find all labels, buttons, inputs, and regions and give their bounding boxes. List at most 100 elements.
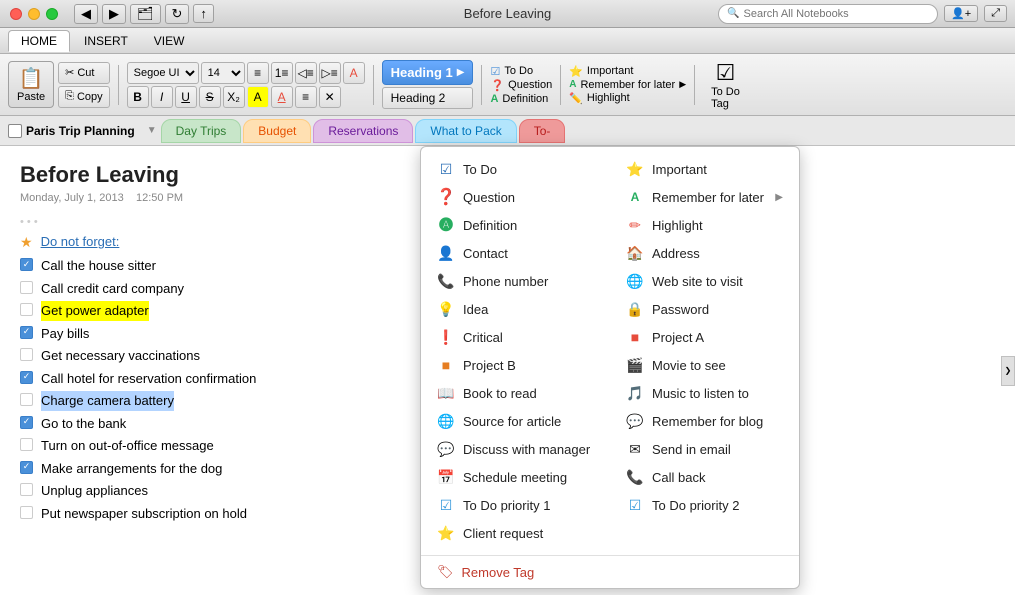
highlight-btn[interactable]: A [247, 86, 269, 108]
separator-5 [694, 65, 695, 105]
share-button[interactable]: ↑ [193, 4, 214, 23]
file-icon[interactable]: 🗂 [130, 4, 161, 24]
paste-button[interactable]: 📋 Paste [8, 61, 54, 108]
checkbox-unchecked[interactable] [20, 393, 33, 406]
heading1-button[interactable]: Heading 1 ▶ [382, 60, 474, 85]
note-item-text: Get power adapter [41, 301, 149, 321]
sync-button[interactable]: ↻ [165, 4, 190, 24]
tag-item-rememberblog[interactable]: 💬 Remember for blog [610, 407, 799, 435]
minimize-button[interactable] [28, 8, 40, 20]
tag-item-source[interactable]: 🌐 Source for article [421, 407, 610, 435]
tab-to-leaving[interactable]: To- [519, 119, 566, 143]
tag-item-projectb[interactable]: ■ Project B [421, 351, 610, 379]
maximize-button[interactable] [46, 8, 58, 20]
tag-item-important[interactable]: ⭐ Important [610, 155, 799, 183]
tab-home[interactable]: HOME [8, 30, 70, 52]
font-size-select[interactable]: 14 [201, 62, 245, 84]
tag-item-idea[interactable]: 💡 Idea [421, 295, 610, 323]
checkbox-unchecked[interactable] [20, 281, 33, 294]
italic-button[interactable]: I [151, 86, 173, 108]
checkbox-unchecked[interactable] [20, 303, 33, 316]
nav-back-button[interactable]: ◀ [74, 4, 98, 24]
rememberblog-label: Remember for blog [652, 414, 763, 429]
checkbox-checked[interactable]: ✓ [20, 461, 33, 474]
checkbox-checked[interactable]: ✓ [20, 416, 33, 429]
todop1-label: To Do priority 1 [463, 498, 550, 513]
underline-button[interactable]: U [175, 86, 197, 108]
title-bar: ◀ ▶ 🗂 ↻ ↑ Before Leaving 🔍 👤+ ⤢ [0, 0, 1015, 28]
fullscreen-button[interactable]: ⤢ [984, 5, 1007, 22]
sidebar-toggle[interactable]: ❯ [1001, 356, 1015, 386]
tag-item-sendemail[interactable]: ✉ Send in email [610, 435, 799, 463]
checkbox-checked[interactable]: ✓ [20, 258, 33, 271]
todo-tag-button[interactable]: ☑ To DoTag [703, 56, 748, 114]
checkbox-unchecked[interactable] [20, 506, 33, 519]
nav-forward-button[interactable]: ▶ [102, 4, 126, 24]
tag-item-book[interactable]: 📖 Book to read [421, 379, 610, 407]
tag-item-remember[interactable]: A Remember for later ▶ [610, 183, 799, 211]
copy-button[interactable]: ⎘ Copy [58, 86, 110, 108]
checkbox-unchecked[interactable] [20, 438, 33, 451]
tag-item-todop1[interactable]: ☑ To Do priority 1 [421, 491, 610, 519]
clear-format-button[interactable]: ✕ [319, 86, 341, 108]
tag-item-definition[interactable]: 🅐 Definition [421, 211, 610, 239]
tag-item-music[interactable]: 🎵 Music to listen to [610, 379, 799, 407]
tag-item-client[interactable]: ⭐ Client request [421, 519, 610, 547]
tab-view[interactable]: VIEW [142, 31, 197, 51]
tag-item-question[interactable]: ❓ Question [421, 183, 610, 211]
tag-item-todop2[interactable]: ☑ To Do priority 2 [610, 491, 799, 519]
tag-item-contact[interactable]: 👤 Contact [421, 239, 610, 267]
notebook-name[interactable]: Paris Trip Planning [26, 124, 135, 138]
tag-item-website[interactable]: 🌐 Web site to visit [610, 267, 799, 295]
tag-item-password[interactable]: 🔒 Password [610, 295, 799, 323]
tag-item-todo[interactable]: ☑ To Do [421, 155, 610, 183]
checkbox-unchecked[interactable] [20, 348, 33, 361]
tag-item-address[interactable]: 🏠 Address [610, 239, 799, 267]
close-button[interactable] [10, 8, 22, 20]
tab-budget[interactable]: Budget [243, 119, 311, 143]
notebook-dropdown-icon[interactable]: ▼ [147, 125, 157, 136]
tag-item-movie[interactable]: 🎬 Movie to see [610, 351, 799, 379]
book-icon: 📖 [437, 384, 455, 402]
callback-icon: 📞 [626, 468, 644, 486]
font-family-select[interactable]: Segoe UI [127, 62, 199, 84]
font-color-button[interactable]: A [271, 86, 293, 108]
tab-insert[interactable]: INSERT [72, 31, 140, 51]
tab-reservations[interactable]: Reservations [313, 119, 413, 143]
tag-item-critical[interactable]: ❗ Critical [421, 323, 610, 351]
tag-item-discuss[interactable]: 💬 Discuss with manager [421, 435, 610, 463]
checkbox-checked[interactable]: ✓ [20, 371, 33, 384]
note-item-text: Call credit card company [41, 279, 184, 299]
todo-label: To Do [463, 162, 497, 177]
note-item-text: Charge camera battery [41, 391, 174, 411]
search-box[interactable]: 🔍 [718, 4, 938, 24]
tag-item-highlight[interactable]: ✏ Highlight [610, 211, 799, 239]
subscript-button[interactable]: X₂ [223, 86, 245, 108]
tag-item-callback[interactable]: 📞 Call back [610, 463, 799, 491]
style-button[interactable]: A [343, 62, 365, 84]
heading2-button[interactable]: Heading 2 [382, 87, 474, 109]
sendemail-icon: ✉ [626, 440, 644, 458]
tab-day-trips[interactable]: Day Trips [161, 119, 242, 143]
numbering-button[interactable]: 1≡ [271, 62, 293, 84]
tag-item-projecta[interactable]: ■ Project A [610, 323, 799, 351]
search-icon: 🔍 [727, 8, 739, 19]
checkbox-checked[interactable]: ✓ [20, 326, 33, 339]
search-input[interactable] [744, 8, 930, 20]
strikethrough-button[interactable]: S [199, 86, 221, 108]
tag-item-phone[interactable]: 📞 Phone number [421, 267, 610, 295]
copy-icon: ⎘ [65, 90, 74, 103]
tag-item-schedule[interactable]: 📅 Schedule meeting [421, 463, 610, 491]
separator-3 [481, 65, 482, 105]
outdent-button[interactable]: ◁≡ [295, 62, 317, 84]
bold-button[interactable]: B [127, 86, 149, 108]
indent-button[interactable]: ▷≡ [319, 62, 341, 84]
cut-button[interactable]: ✂ Cut [58, 62, 110, 84]
remove-tag-button[interactable]: 🏷 Remove Tag [421, 555, 799, 588]
tab-what-to-pack[interactable]: What to Pack [415, 119, 516, 143]
account-button[interactable]: 👤+ [944, 5, 978, 22]
align-button[interactable]: ≡ [295, 86, 317, 108]
checkbox-unchecked[interactable] [20, 483, 33, 496]
note-item-text: Get necessary vaccinations [41, 346, 200, 366]
bullets-button[interactable]: ≡ [247, 62, 269, 84]
